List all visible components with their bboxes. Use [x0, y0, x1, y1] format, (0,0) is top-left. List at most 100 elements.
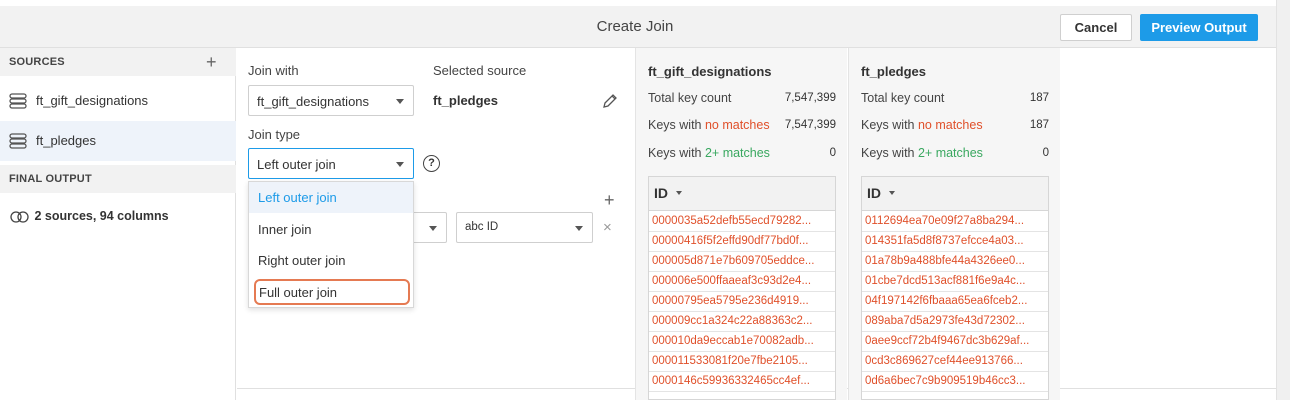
total-key-label: Total key count — [861, 91, 945, 105]
no-match-value: 7,547,399 — [784, 119, 836, 131]
database-icon — [9, 133, 27, 149]
table-row: 01cbe7dcd513acf881f6e9a4c... — [862, 272, 1048, 292]
chevron-down-icon — [429, 226, 437, 231]
table-cell: 000005d871e7b609705eddce... — [652, 255, 815, 267]
no-match-label: Keys with no matches — [861, 118, 983, 132]
option-label: Left outer join — [258, 190, 337, 205]
table-cell: 000009cc1a324c22a88363c2... — [652, 315, 813, 327]
column-header-label: ID — [867, 185, 881, 201]
sidebar-item-label: ft_gift_designations — [36, 93, 149, 108]
source-panel-pledges: ft_pledges Total key count 187 Keys with… — [848, 48, 1060, 400]
total-key-value: 187 — [1029, 92, 1049, 104]
id-column-header[interactable]: ID — [649, 177, 835, 211]
selected-source-value: ft_pledges — [433, 93, 499, 108]
source-panel-gift-designations: ft_gift_designations Total key count 7,5… — [635, 48, 847, 400]
multi-match-prefix: Keys with — [648, 146, 705, 160]
preview-output-button[interactable]: Preview Output — [1140, 14, 1258, 41]
table-row: 0cd3c869627cef44ee913766... — [862, 352, 1048, 372]
table-row: 0d6a6bec7c9b909519b46cc3... — [862, 372, 1048, 392]
table-row: 0000146c59936332465cc4ef... — [649, 372, 835, 392]
table-row: 04f197142f6fbaaa65ea6fceb2... — [862, 292, 1048, 312]
chevron-down-icon — [575, 226, 583, 231]
sort-caret-icon[interactable] — [676, 191, 682, 195]
total-key-value: 7,547,399 — [784, 92, 836, 104]
join-with-label: Join with — [248, 63, 299, 78]
sources-sidebar: SOURCES + ft_gift_designations ft_pledge… — [0, 48, 236, 400]
join-type-label: Join type — [248, 127, 301, 142]
chevron-down-icon — [396, 99, 404, 104]
no-match-highlight: no matches — [917, 118, 983, 132]
help-icon[interactable]: ? — [423, 155, 440, 172]
table-cell: 00000795ea5795e236d4919... — [652, 295, 809, 307]
condition-right-value: abc ID — [465, 221, 499, 233]
table-cell: 014351fa5d8f8737efcce4a03... — [865, 235, 1024, 247]
join-type-select[interactable]: Left outer join — [248, 148, 414, 179]
id-column-header[interactable]: ID — [862, 177, 1048, 211]
table-cell: 01cbe7dcd513acf881f6e9a4c... — [865, 275, 1026, 287]
remove-condition-close-icon[interactable]: × — [603, 219, 612, 236]
table-cell: 04f197142f6fbaaa65ea6fceb2... — [865, 295, 1028, 307]
table-row: 0000035a52defb55ecd79282... — [649, 212, 835, 232]
option-label: Full outer join — [259, 285, 338, 300]
pencil-icon[interactable] — [601, 92, 619, 110]
table-cell: 089aba7d5a2973fe43d72302... — [865, 315, 1025, 327]
join-type-option-left-outer[interactable]: Left outer join — [249, 182, 413, 213]
join-type-option-full-outer[interactable]: Full outer join — [254, 279, 410, 305]
no-match-label: Keys with no matches — [648, 118, 770, 132]
database-icon — [9, 93, 27, 109]
dialog-header: Create Join Cancel Preview Output — [0, 6, 1276, 48]
sources-section-header: SOURCES + — [0, 48, 236, 76]
multi-match-label: Keys with 2+ matches — [648, 146, 770, 160]
column-header-label: ID — [654, 185, 668, 201]
option-label: Right outer join — [258, 253, 346, 268]
join-with-value: ft_gift_designations — [257, 94, 370, 109]
join-type-option-right-outer[interactable]: Right outer join — [249, 245, 413, 276]
panel-title: ft_gift_designations — [648, 64, 772, 79]
table-cell: 0d6a6bec7c9b909519b46cc3... — [865, 375, 1026, 387]
multi-match-highlight: 2+ matches — [917, 146, 983, 160]
final-output-summary[interactable]: 2 sources, 94 columns — [9, 209, 169, 223]
chevron-down-icon — [396, 162, 404, 167]
table-row: 00000416f5f2effd90df77bd0f... — [649, 232, 835, 252]
multi-match-highlight: 2+ matches — [704, 146, 770, 160]
join-type-value: Left outer join — [257, 157, 336, 172]
table-row: 00000795ea5795e236d4919... — [649, 292, 835, 312]
table-row: 01a78b9a488bfe44a4326ee0... — [862, 252, 1048, 272]
scrollbar-gutter[interactable] — [1276, 0, 1290, 400]
table-cell: 0cd3c869627cef44ee913766... — [865, 355, 1023, 367]
table-cell: 0112694ea70e09f27a8ba294... — [865, 215, 1025, 227]
multi-match-prefix: Keys with — [861, 146, 918, 160]
sidebar-item-ft-pledges[interactable]: ft_pledges — [0, 121, 236, 161]
id-table: ID 0000035a52defb55ecd79282... 00000416f… — [648, 176, 836, 400]
sort-caret-icon[interactable] — [889, 191, 895, 195]
selected-source-label: Selected source — [433, 63, 527, 78]
option-label: Inner join — [258, 222, 312, 237]
table-cell: 000010da9eccab1e70082adb... — [652, 335, 814, 347]
table-cell: 0000035a52defb55ecd79282... — [652, 215, 812, 227]
final-output-section-header: FINAL OUTPUT — [0, 165, 236, 193]
final-output-label: FINAL OUTPUT — [9, 173, 92, 185]
table-cell: 000011533081f20e7fbe2105... — [652, 355, 808, 367]
panel-title: ft_pledges — [861, 64, 927, 79]
total-key-label: Total key count — [648, 91, 732, 105]
venn-icon — [10, 211, 29, 223]
table-cell: 000006e500ffaaeaf3c93d2e4... — [652, 275, 812, 287]
cancel-button[interactable]: Cancel — [1060, 14, 1132, 41]
no-match-value: 187 — [1029, 119, 1049, 131]
multi-match-label: Keys with 2+ matches — [861, 146, 983, 160]
condition-right-select[interactable]: abc ID — [456, 212, 593, 243]
id-table: ID 0112694ea70e09f27a8ba294... 014351fa5… — [861, 176, 1049, 400]
add-condition-plus-icon[interactable]: + — [604, 191, 615, 209]
join-type-option-inner[interactable]: Inner join — [249, 214, 413, 245]
add-source-plus-icon[interactable]: + — [206, 53, 217, 71]
join-with-select[interactable]: ft_gift_designations — [248, 85, 414, 116]
final-output-text: 2 sources, 94 columns — [34, 209, 169, 223]
table-row: 000011533081f20e7fbe2105... — [649, 352, 835, 372]
no-match-highlight: no matches — [704, 118, 770, 132]
sidebar-item-ft-gift-designations[interactable]: ft_gift_designations — [0, 81, 236, 121]
table-row: 000010da9eccab1e70082adb... — [649, 332, 835, 352]
table-row: 0112694ea70e09f27a8ba294... — [862, 212, 1048, 232]
table-row: 000009cc1a324c22a88363c2... — [649, 312, 835, 332]
table-row: 089aba7d5a2973fe43d72302... — [862, 312, 1048, 332]
multi-match-value: 0 — [829, 147, 836, 159]
